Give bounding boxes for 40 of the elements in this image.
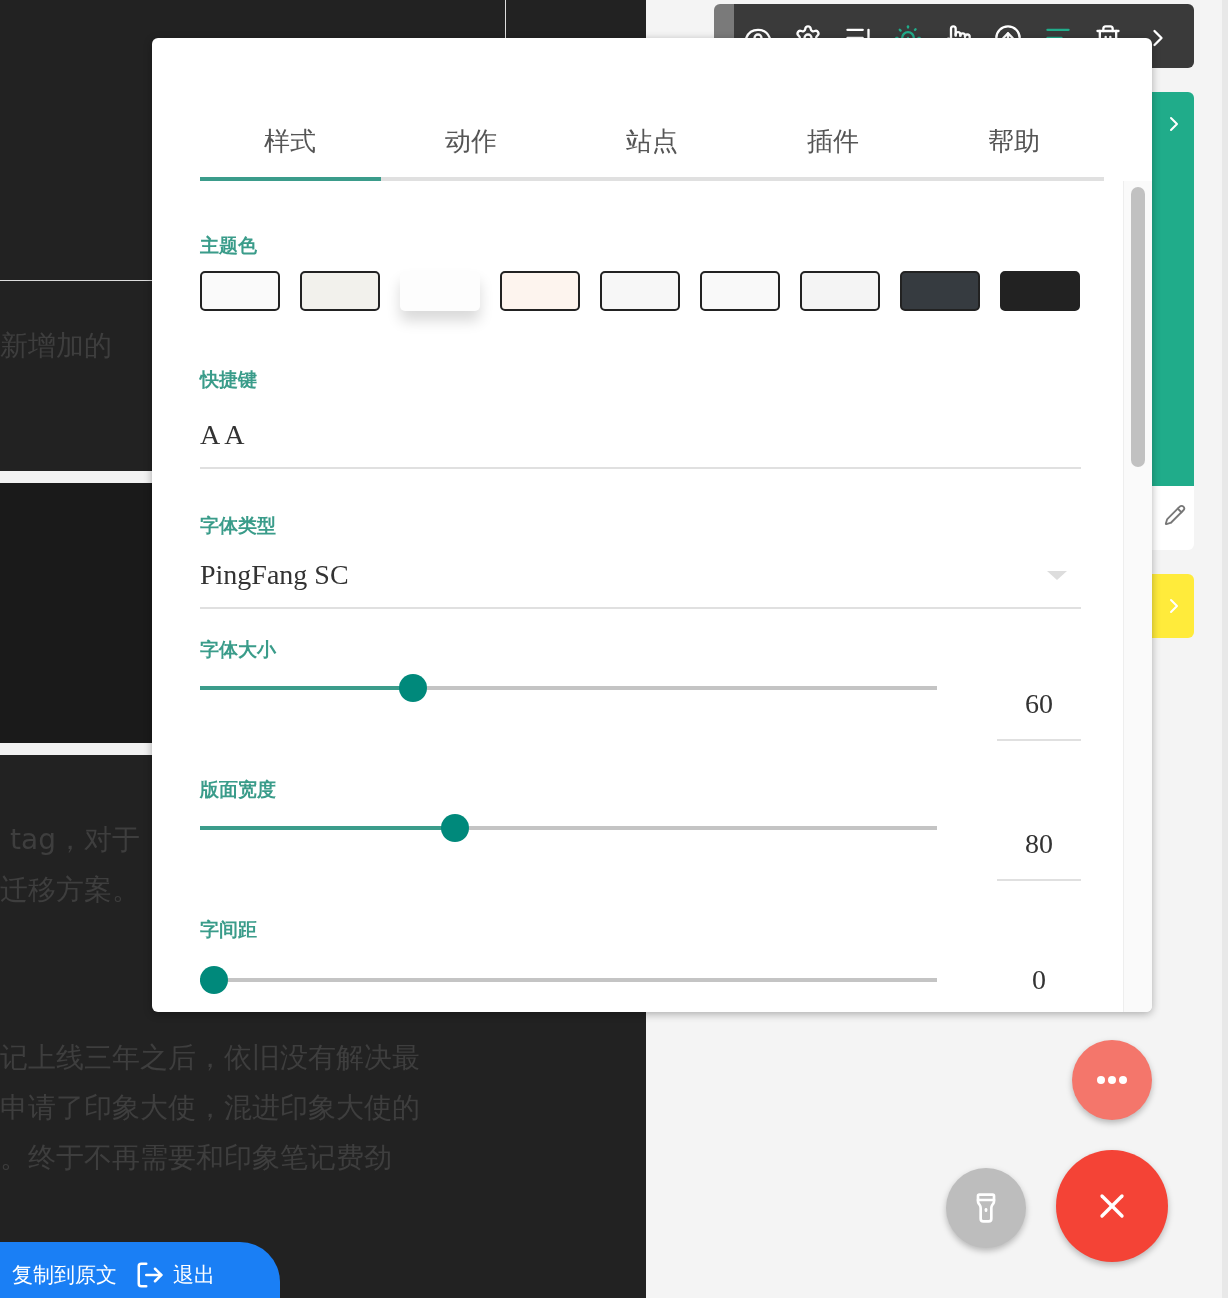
more-button[interactable] [1072, 1040, 1152, 1120]
copy-button[interactable]: 复制到原文 [12, 1261, 117, 1289]
exit-button[interactable]: 退出 [135, 1260, 215, 1290]
scrollbar[interactable] [1123, 181, 1152, 1012]
shortcut-field[interactable]: A A [200, 403, 1081, 469]
tab[interactable]: 插件 [742, 110, 924, 181]
more-icon [1097, 1076, 1127, 1084]
value-field[interactable]: 60 [997, 669, 1081, 741]
tab[interactable]: 动作 [380, 110, 562, 181]
color-swatch[interactable] [300, 271, 380, 311]
slider[interactable] [200, 966, 937, 994]
slider[interactable] [200, 814, 937, 842]
color-swatch[interactable] [700, 271, 780, 311]
slider-thumb[interactable] [441, 814, 470, 842]
section-label: 字体类型 [200, 513, 276, 538]
tab[interactable]: 帮助 [923, 110, 1104, 181]
color-swatch[interactable] [600, 271, 680, 311]
value-field[interactable]: 0 [997, 945, 1081, 1012]
tab[interactable]: 站点 [561, 110, 743, 181]
section-label: 快捷键 [200, 367, 257, 392]
color-swatch[interactable] [200, 271, 280, 311]
close-button[interactable] [1056, 1150, 1168, 1262]
color-swatch[interactable] [900, 271, 980, 311]
tab[interactable]: 样式 [200, 110, 381, 181]
section-label: 字间距 [200, 917, 257, 942]
color-swatch[interactable] [400, 271, 480, 311]
color-swatch[interactable] [500, 271, 580, 311]
section-label: 主题色 [200, 233, 257, 258]
slider[interactable] [200, 674, 937, 702]
font-select[interactable]: PingFang SC [200, 543, 1081, 609]
caret-icon [1047, 570, 1067, 580]
value-field[interactable]: 80 [997, 809, 1081, 881]
slider-thumb[interactable] [200, 966, 228, 994]
section-label: 版面宽度 [200, 777, 276, 802]
slider-thumb[interactable] [398, 674, 427, 702]
color-swatch[interactable] [800, 271, 880, 311]
section-label: 字体大小 [200, 637, 276, 662]
pencil-icon[interactable] [1164, 504, 1186, 526]
color-swatch[interactable] [1000, 271, 1080, 311]
exit-icon [135, 1260, 165, 1290]
